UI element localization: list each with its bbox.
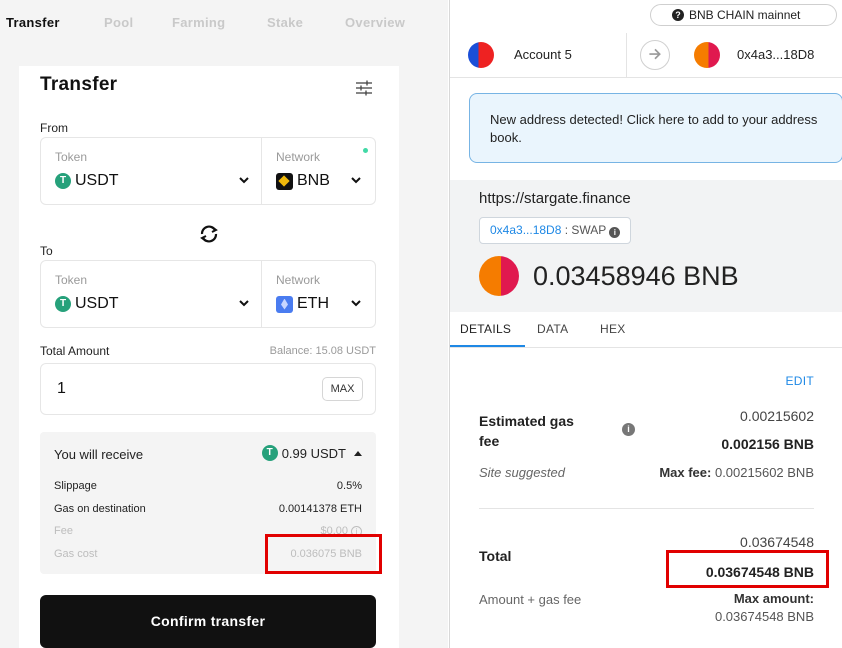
gas-fee-label: Estimated gas fee bbox=[479, 413, 574, 449]
tab-data[interactable]: DATA bbox=[537, 322, 568, 336]
amount-value: 1 bbox=[57, 380, 66, 397]
nav-overview[interactable]: Overview bbox=[345, 15, 405, 30]
eth-icon bbox=[276, 295, 293, 313]
question-icon: ? bbox=[672, 9, 684, 21]
page-title: Transfer bbox=[40, 74, 118, 95]
status-dot bbox=[363, 148, 368, 153]
row-key: Gas cost bbox=[54, 548, 98, 560]
info-icon[interactable]: i bbox=[622, 423, 635, 436]
chevron-down-icon[interactable] bbox=[349, 173, 363, 187]
bnb-icon bbox=[276, 172, 293, 190]
receive-toggle[interactable]: 0.99 USDT bbox=[261, 445, 362, 461]
to-box: Token USDT Network ETH bbox=[40, 260, 376, 328]
arrow-right-icon bbox=[640, 40, 670, 70]
from-token-select[interactable]: USDT bbox=[55, 172, 119, 190]
account-row: Account 5 0x4a3...18D8 bbox=[450, 33, 842, 78]
from-token-label: Token bbox=[55, 150, 88, 164]
tab-bar: DETAILS DATA HEX bbox=[450, 312, 842, 348]
amount-gas-label: Amount + gas fee bbox=[479, 592, 582, 607]
details-panel: EDIT Estimated gas fee i 0.00215602 0.00… bbox=[450, 348, 842, 648]
recipient-avatar bbox=[694, 42, 720, 68]
metamask-panel: ? BNB CHAIN mainnet Account 5 0x4a3...18… bbox=[449, 0, 842, 648]
settings-sliders-icon[interactable] bbox=[354, 78, 374, 98]
account-avatar bbox=[468, 42, 494, 68]
usdt-icon bbox=[55, 296, 71, 312]
highlight-box bbox=[265, 534, 382, 574]
max-fee: Max fee: 0.00215602 BNB bbox=[659, 465, 814, 480]
receive-label: You will receive bbox=[54, 447, 144, 462]
chevron-down-icon[interactable] bbox=[349, 296, 363, 310]
from-box: Token USDT Network BNB bbox=[40, 137, 376, 205]
balance-text: Balance: 15.08 USDT bbox=[269, 345, 376, 357]
from-network-label: Network bbox=[276, 150, 321, 164]
row-value: 0.5% bbox=[336, 480, 362, 492]
amount-input[interactable]: 1 MAX bbox=[40, 363, 376, 415]
to-label: To bbox=[40, 244, 53, 258]
nav-farming[interactable]: Farming bbox=[172, 15, 225, 30]
from-network-value: BNB bbox=[297, 172, 330, 189]
stargate-panel: Transfer Pool Farming Stake Overview Tra… bbox=[0, 0, 448, 648]
swap-direction-icon[interactable] bbox=[198, 223, 220, 245]
account-name: Account 5 bbox=[514, 47, 572, 62]
max-fee-value: 0.00215602 BNB bbox=[714, 465, 814, 480]
to-network-label: Network bbox=[276, 273, 321, 287]
info-icon[interactable]: i bbox=[609, 227, 621, 238]
max-button[interactable]: MAX bbox=[322, 377, 363, 401]
gas-fee-value: 0.00215602 bbox=[740, 408, 814, 424]
total-amount-label: Total Amount bbox=[40, 344, 110, 358]
nav-transfer[interactable]: Transfer bbox=[6, 15, 60, 30]
to-token-label: Token bbox=[55, 273, 88, 287]
active-tab-indicator bbox=[450, 345, 525, 347]
new-address-notice[interactable]: New address detected! Click here to add … bbox=[469, 93, 842, 163]
from-label: From bbox=[40, 121, 68, 135]
row-value: 0.00141378 ETH bbox=[278, 503, 362, 515]
contract-method-tag[interactable]: 0x4a3...18D8 : SWAP i bbox=[479, 217, 632, 244]
origin-url: https://stargate.finance bbox=[479, 190, 631, 207]
caret-up-icon bbox=[354, 450, 362, 456]
chevron-down-icon[interactable] bbox=[237, 173, 251, 187]
to-token-select[interactable]: USDT bbox=[55, 295, 119, 313]
contract-address[interactable]: 0x4a3...18D8 bbox=[490, 223, 561, 237]
nav-stake[interactable]: Stake bbox=[267, 15, 303, 30]
row-key: Slippage bbox=[54, 480, 97, 492]
edit-gas-link[interactable]: EDIT bbox=[785, 374, 814, 388]
confirm-transfer-button[interactable]: Confirm transfer bbox=[40, 595, 376, 648]
site-suggested-label: Site suggested bbox=[479, 465, 566, 480]
usdt-icon bbox=[261, 445, 278, 461]
chevron-down-icon[interactable] bbox=[237, 296, 251, 310]
row-key: Gas on destination bbox=[54, 503, 146, 515]
to-network-value: ETH bbox=[297, 295, 329, 312]
divider bbox=[261, 138, 262, 204]
to-token-value: USDT bbox=[75, 295, 119, 312]
total-label: Total bbox=[479, 548, 512, 564]
from-token-value: USDT bbox=[75, 172, 119, 189]
amount-line: 0.03458946 BNB bbox=[479, 256, 739, 296]
network-name: BNB CHAIN mainnet bbox=[689, 8, 801, 22]
network-selector[interactable]: ? BNB CHAIN mainnet bbox=[650, 4, 837, 26]
row-key: Fee bbox=[54, 525, 73, 537]
to-network-select[interactable]: ETH bbox=[276, 295, 329, 313]
tab-details[interactable]: DETAILS bbox=[460, 322, 511, 336]
divider bbox=[479, 508, 814, 509]
highlight-box bbox=[666, 550, 829, 588]
transaction-amount: 0.03458946 BNB bbox=[533, 260, 739, 291]
divider bbox=[261, 261, 262, 327]
max-fee-label: Max fee: bbox=[659, 465, 712, 480]
contract-method: : SWAP bbox=[564, 223, 607, 237]
nav-pool[interactable]: Pool bbox=[104, 15, 133, 30]
max-amount-value: 0.03674548 BNB bbox=[714, 609, 814, 624]
receive-value: 0.99 USDT bbox=[281, 445, 346, 461]
token-avatar bbox=[479, 256, 519, 296]
transaction-summary: https://stargate.finance 0x4a3...18D8 : … bbox=[450, 180, 842, 312]
max-amount-label: Max amount: bbox=[733, 591, 814, 606]
total-value: 0.03674548 bbox=[740, 534, 814, 550]
usdt-icon bbox=[55, 173, 71, 189]
recipient-address[interactable]: 0x4a3...18D8 bbox=[737, 47, 814, 62]
top-nav: Transfer Pool Farming Stake Overview bbox=[0, 0, 448, 46]
divider bbox=[626, 33, 627, 78]
gas-fee-value-bnb: 0.002156 BNB bbox=[721, 436, 814, 452]
from-network-select[interactable]: BNB bbox=[276, 172, 330, 190]
tab-hex[interactable]: HEX bbox=[600, 322, 626, 336]
